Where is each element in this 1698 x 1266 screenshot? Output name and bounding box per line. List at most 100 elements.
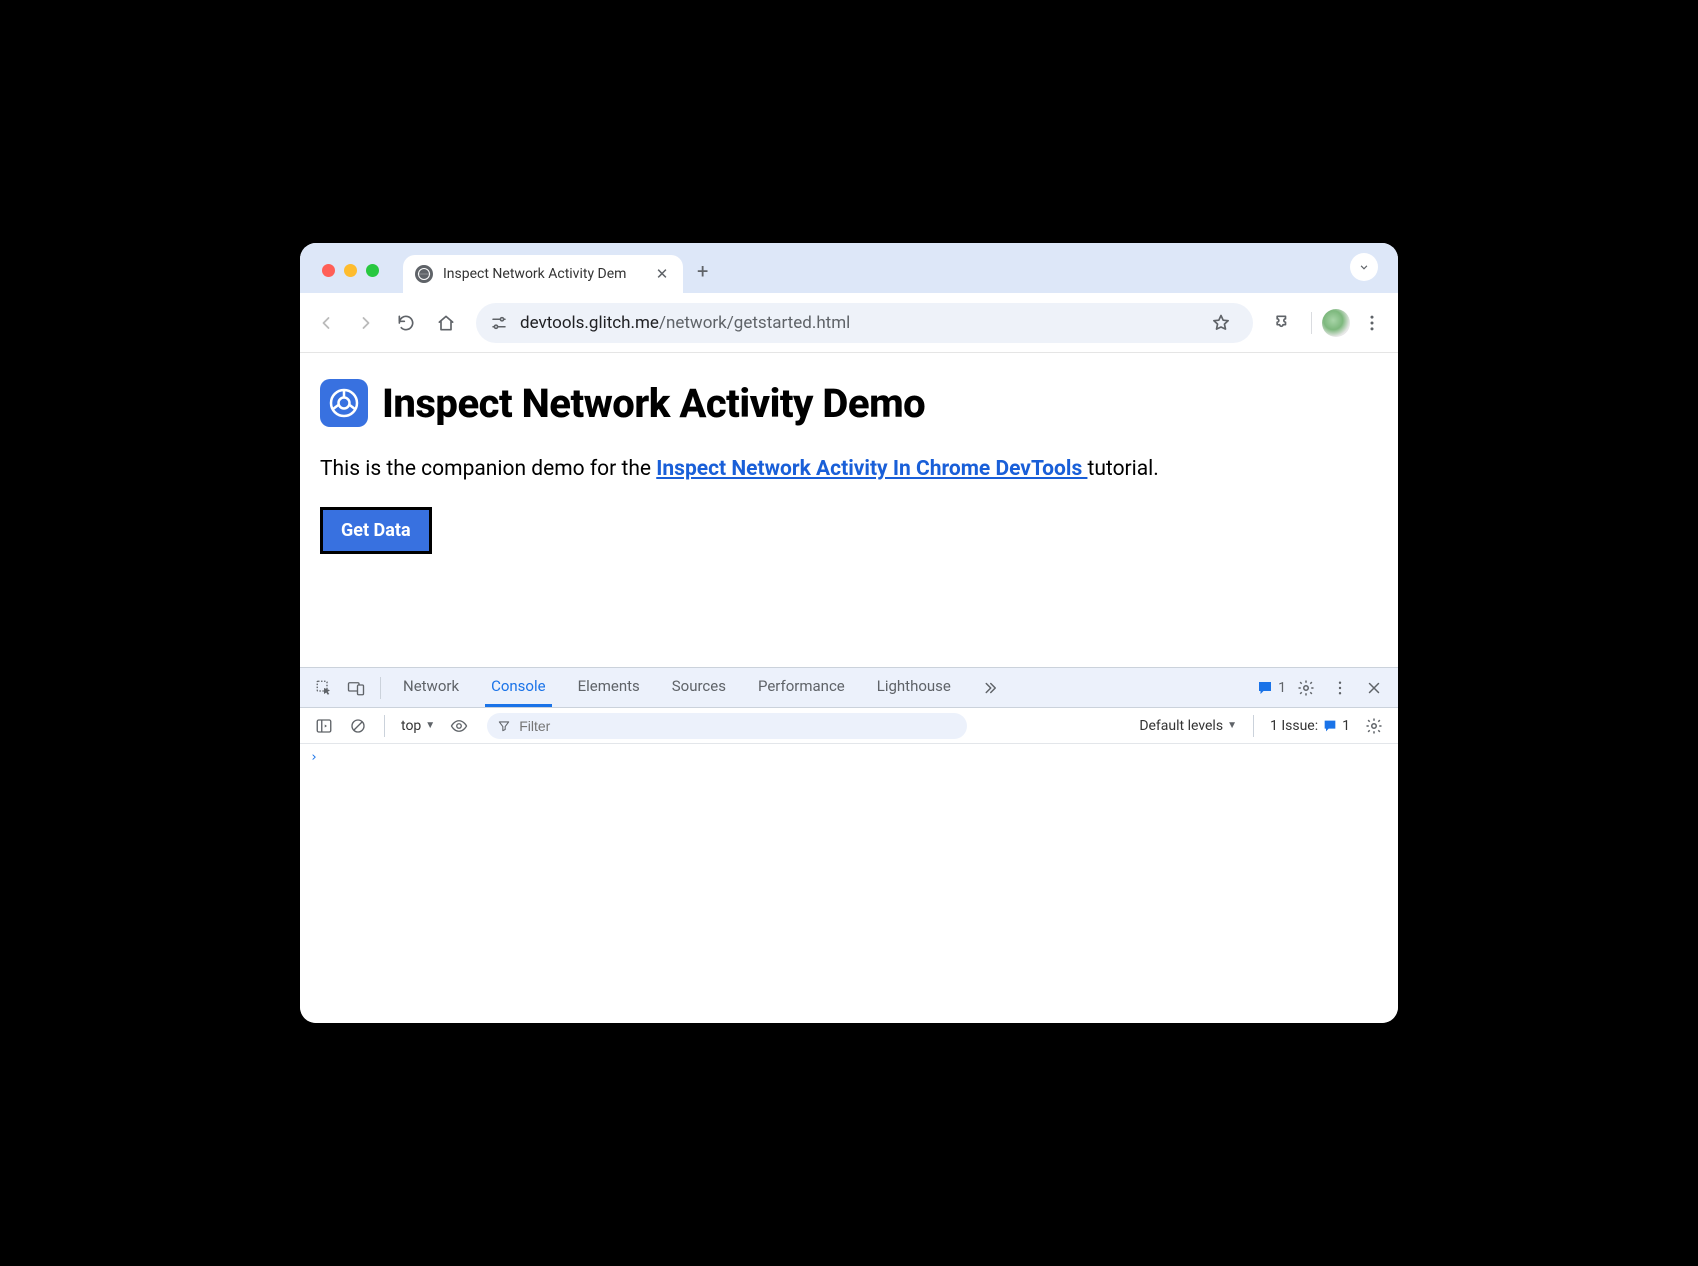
tab-elements[interactable]: Elements [572, 668, 646, 707]
tab-sources[interactable]: Sources [666, 668, 732, 707]
tutorial-link[interactable]: Inspect Network Activity In Chrome DevTo… [656, 457, 1087, 481]
console-sidebar-toggle[interactable] [310, 712, 338, 740]
issue-label: 1 Issue: [1270, 718, 1318, 734]
forward-button[interactable] [348, 305, 384, 341]
tune-icon [490, 314, 508, 332]
divider [384, 715, 385, 737]
inspect-icon [315, 679, 333, 697]
home-icon [436, 313, 456, 333]
gear-icon [1297, 679, 1315, 697]
profile-button[interactable] [1322, 309, 1350, 337]
filter-input[interactable] [519, 718, 957, 734]
issues-button[interactable]: 1 Issue: 1 [1270, 718, 1350, 734]
clear-console-button[interactable] [344, 712, 372, 740]
chrome-devtools-logo [320, 379, 368, 427]
puzzle-icon [1273, 313, 1293, 333]
page-header: Inspect Network Activity Demo [320, 379, 1378, 427]
devices-icon [347, 679, 365, 697]
chrome-icon [328, 387, 360, 419]
new-tab-button[interactable]: + [683, 259, 722, 293]
clear-icon [349, 717, 367, 735]
globe-icon [415, 265, 433, 283]
device-toolbar-button[interactable] [342, 674, 370, 702]
reload-button[interactable] [388, 305, 424, 341]
close-icon [1365, 679, 1383, 697]
reload-icon [396, 313, 416, 333]
devtools-tabbar-right: 1 [1256, 674, 1388, 702]
chrome-menu-button[interactable] [1354, 305, 1390, 341]
filter-icon [497, 719, 511, 733]
console-toolbar-right: Default levels ▼ 1 Issue: 1 [1139, 712, 1388, 740]
chevrons-right-icon [981, 679, 999, 697]
message-icon [1322, 718, 1338, 734]
address-bar[interactable]: devtools.glitch.me/network/getstarted.ht… [476, 303, 1253, 343]
url-host: devtools.glitch.me [520, 313, 659, 333]
star-icon [1211, 313, 1231, 333]
browser-toolbar: devtools.glitch.me/network/getstarted.ht… [300, 293, 1398, 353]
kebab-icon [1362, 313, 1382, 333]
bookmark-button[interactable] [1203, 305, 1239, 341]
back-button[interactable] [308, 305, 344, 341]
window-close-button[interactable] [322, 264, 335, 277]
inspect-element-button[interactable] [310, 674, 338, 702]
errors-badge[interactable]: 1 [1256, 679, 1286, 697]
tab-close-button[interactable]: ✕ [653, 265, 671, 283]
tab-strip: Inspect Network Activity Dem ✕ + [300, 243, 1398, 293]
console-settings-button[interactable] [1360, 712, 1388, 740]
divider [380, 677, 381, 699]
extensions-button[interactable] [1265, 305, 1301, 341]
url-text: devtools.glitch.me/network/getstarted.ht… [520, 313, 850, 333]
page-description: This is the companion demo for the Inspe… [320, 457, 1378, 481]
tab-search-button[interactable] [1350, 253, 1378, 281]
console-toolbar: top ▼ Default levels ▼ 1 Issue: 1 [300, 708, 1398, 744]
desc-prefix: This is the companion demo for the [320, 457, 656, 481]
toolbar-divider [1311, 312, 1312, 334]
errors-count: 1 [1278, 680, 1286, 696]
devtools-close-button[interactable] [1360, 674, 1388, 702]
divider [1253, 715, 1254, 737]
page-content: Inspect Network Activity Demo This is th… [300, 353, 1398, 667]
console-filter[interactable] [487, 713, 967, 739]
devtools-settings-button[interactable] [1292, 674, 1320, 702]
more-tabs-button[interactable] [977, 668, 1003, 707]
desc-suffix: tutorial. [1087, 457, 1158, 481]
issue-count: 1 [1342, 718, 1350, 734]
tab-network[interactable]: Network [397, 668, 465, 707]
arrow-left-icon [316, 313, 336, 333]
tab-performance[interactable]: Performance [752, 668, 851, 707]
log-levels-selector[interactable]: Default levels ▼ [1139, 718, 1237, 734]
context-label: top [401, 718, 421, 734]
tab-strip-right [1342, 253, 1386, 293]
console-prompt: › [310, 750, 318, 765]
console-output[interactable]: › [300, 744, 1398, 1023]
levels-label: Default levels [1139, 718, 1223, 734]
window-maximize-button[interactable] [366, 264, 379, 277]
tab-lighthouse[interactable]: Lighthouse [871, 668, 957, 707]
browser-tab[interactable]: Inspect Network Activity Dem ✕ [403, 255, 683, 293]
devtools-menu-button[interactable] [1326, 674, 1354, 702]
get-data-button[interactable]: Get Data [320, 507, 432, 554]
eye-icon [450, 717, 468, 735]
chevron-down-icon [1357, 260, 1371, 274]
site-info-button[interactable] [490, 314, 508, 332]
url-path: /network/getstarted.html [659, 313, 850, 333]
caret-down-icon: ▼ [1227, 720, 1237, 731]
gear-icon [1365, 717, 1383, 735]
window-controls [312, 264, 379, 293]
window-minimize-button[interactable] [344, 264, 357, 277]
tab-console[interactable]: Console [485, 668, 552, 707]
caret-down-icon: ▼ [425, 720, 435, 731]
execution-context-selector[interactable]: top ▼ [397, 718, 439, 734]
browser-window: Inspect Network Activity Dem ✕ + [300, 243, 1398, 1023]
live-expression-button[interactable] [445, 712, 473, 740]
sidebar-icon [315, 717, 333, 735]
tab-title: Inspect Network Activity Dem [443, 266, 645, 282]
page-title: Inspect Network Activity Demo [382, 380, 925, 427]
devtools-panel: Network Console Elements Sources Perform… [300, 667, 1398, 1023]
devtools-tabs: Network Console Elements Sources Perform… [397, 668, 1003, 707]
home-button[interactable] [428, 305, 464, 341]
arrow-right-icon [356, 313, 376, 333]
kebab-icon [1331, 679, 1349, 697]
devtools-tab-bar: Network Console Elements Sources Perform… [300, 668, 1398, 708]
message-icon [1256, 679, 1274, 697]
